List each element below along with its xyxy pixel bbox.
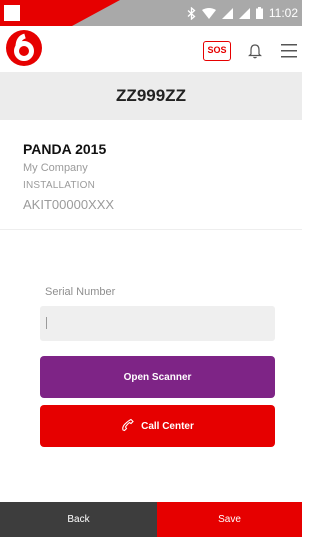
back-button[interactable]: Back xyxy=(0,502,157,537)
footer-bar: Back Save xyxy=(0,502,302,537)
save-button[interactable]: Save xyxy=(157,502,302,537)
kit-code: AKIT00000XXX xyxy=(23,197,115,212)
status-bar: 11:02 xyxy=(0,0,302,26)
page-title: ZZ999ZZ xyxy=(0,72,302,120)
wifi-icon xyxy=(201,7,216,19)
vehicle-name: PANDA 2015 xyxy=(23,141,107,157)
signal-icon xyxy=(238,7,250,19)
phone-icon xyxy=(121,418,135,435)
notification-icon xyxy=(4,5,20,21)
clock: 11:02 xyxy=(268,6,298,20)
serial-number-label: Serial Number xyxy=(45,286,116,298)
signal-icon xyxy=(221,7,233,19)
call-center-button[interactable]: Call Center xyxy=(40,405,275,447)
open-scanner-label: Open Scanner xyxy=(123,371,192,383)
vehicle-info: PANDA 2015 My Company INSTALLATION AKIT0… xyxy=(23,141,293,212)
open-scanner-button[interactable]: Open Scanner xyxy=(40,356,275,398)
status-icons: 11:02 xyxy=(187,4,298,22)
job-type: INSTALLATION xyxy=(23,180,96,191)
bluetooth-icon xyxy=(187,6,196,20)
divider xyxy=(0,229,302,230)
serial-number-input[interactable] xyxy=(40,306,275,341)
call-center-label: Call Center xyxy=(141,420,194,432)
sos-button[interactable]: SOS xyxy=(203,41,231,61)
text-cursor xyxy=(46,317,47,329)
bell-icon[interactable] xyxy=(246,42,264,60)
menu-icon[interactable] xyxy=(280,43,298,59)
company-name: My Company xyxy=(23,162,88,174)
vodafone-logo[interactable] xyxy=(4,26,48,70)
battery-icon xyxy=(255,7,263,19)
